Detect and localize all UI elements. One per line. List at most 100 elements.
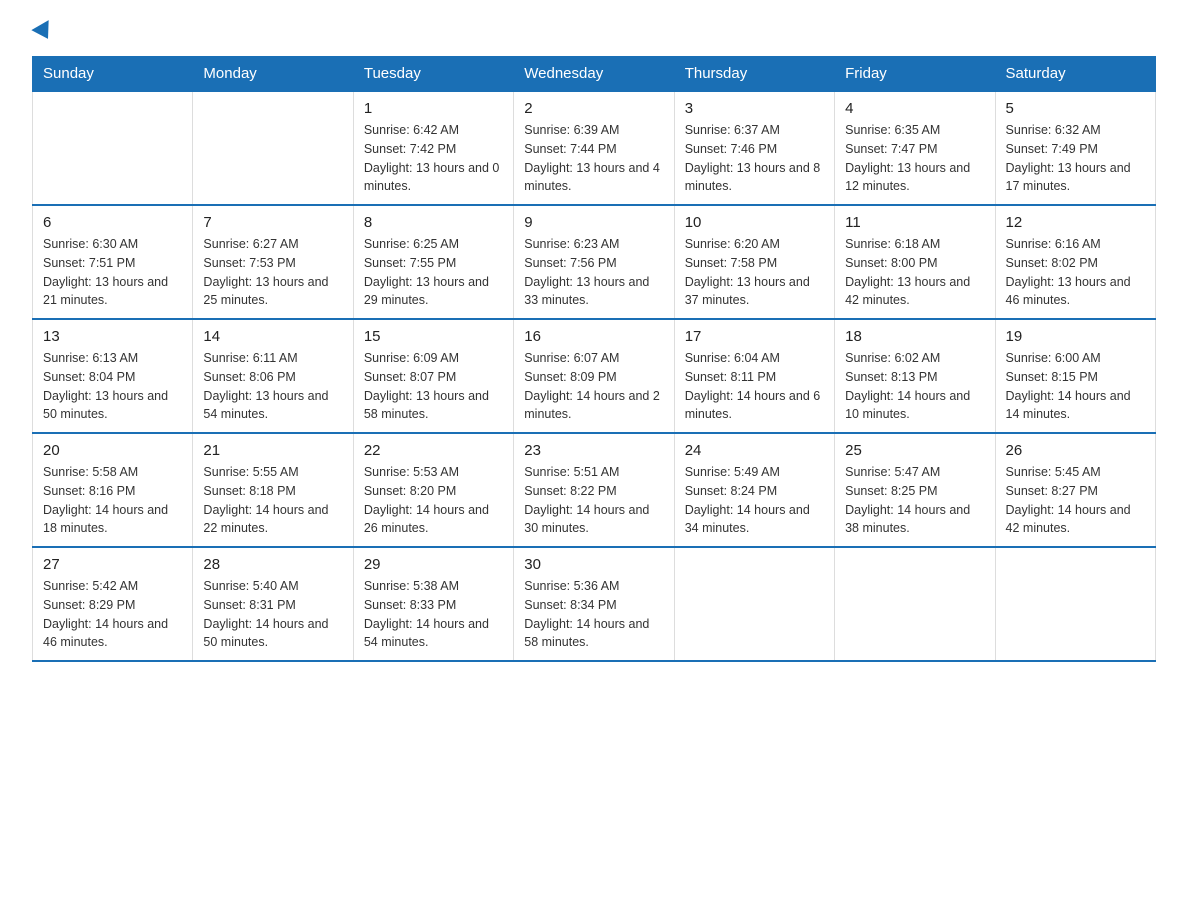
day-number: 25	[845, 442, 984, 459]
day-info: Sunrise: 6:42 AMSunset: 7:42 PMDaylight:…	[364, 121, 503, 196]
day-number: 13	[43, 328, 182, 345]
day-number: 26	[1006, 442, 1145, 459]
day-number: 4	[845, 100, 984, 117]
day-number: 1	[364, 100, 503, 117]
calendar-cell: 30 Sunrise: 5:36 AMSunset: 8:34 PMDayligh…	[514, 547, 674, 661]
day-number: 21	[203, 442, 342, 459]
page-header	[32, 24, 1156, 40]
calendar-cell: 16Sunrise: 6:07 AMSunset: 8:09 PMDayligh…	[514, 319, 674, 433]
day-number: 23	[524, 442, 663, 459]
calendar-cell: 15 Sunrise: 6:09 AMSunset: 8:07 PMDayligh…	[353, 319, 513, 433]
logo	[32, 28, 54, 40]
day-number: 20	[43, 442, 182, 459]
day-number: 29	[364, 556, 503, 573]
calendar-cell: 22Sunrise: 5:53 AMSunset: 8:20 PMDayligh…	[353, 433, 513, 547]
calendar-cell: 23 Sunrise: 5:51 AMSunset: 8:22 PMDayligh…	[514, 433, 674, 547]
day-info: Sunrise: 6:39 AMSunset: 7:44 PMDaylight:…	[524, 121, 663, 196]
day-info: Sunrise: 6:07 AMSunset: 8:09 PMDaylight:…	[524, 349, 663, 424]
calendar-cell: 29Sunrise: 5:38 AMSunset: 8:33 PMDayligh…	[353, 547, 513, 661]
day-number: 9	[524, 214, 663, 231]
calendar-cell: 6 Sunrise: 6:30 AMSunset: 7:51 PMDaylight…	[33, 205, 193, 319]
calendar-cell: 27 Sunrise: 5:42 AMSunset: 8:29 PMDayligh…	[33, 547, 193, 661]
day-info: Sunrise: 5:58 AMSunset: 8:16 PMDaylight:…	[43, 463, 182, 538]
day-info: Sunrise: 5:40 AMSunset: 8:31 PMDaylight:…	[203, 577, 342, 652]
calendar-cell: 13 Sunrise: 6:13 AMSunset: 8:04 PMDayligh…	[33, 319, 193, 433]
day-info: Sunrise: 5:36 AMSunset: 8:34 PMDaylight:…	[524, 577, 663, 652]
calendar-header-monday: Monday	[193, 57, 353, 92]
day-number: 10	[685, 214, 824, 231]
day-info: Sunrise: 6:30 AMSunset: 7:51 PMDaylight:…	[43, 235, 182, 310]
day-info: Sunrise: 5:42 AMSunset: 8:29 PMDaylight:…	[43, 577, 182, 652]
day-number: 12	[1006, 214, 1145, 231]
day-number: 27	[43, 556, 182, 573]
calendar-header-tuesday: Tuesday	[353, 57, 513, 92]
day-number: 8	[364, 214, 503, 231]
day-info: Sunrise: 6:23 AMSunset: 7:56 PMDaylight:…	[524, 235, 663, 310]
calendar-cell: 3Sunrise: 6:37 AMSunset: 7:46 PMDaylight…	[674, 91, 834, 205]
calendar-week-row-2: 13 Sunrise: 6:13 AMSunset: 8:04 PMDayligh…	[33, 319, 1156, 433]
day-info: Sunrise: 6:04 AMSunset: 8:11 PMDaylight:…	[685, 349, 824, 424]
day-number: 30	[524, 556, 663, 573]
day-info: Sunrise: 6:11 AMSunset: 8:06 PMDaylight:…	[203, 349, 342, 424]
day-info: Sunrise: 6:35 AMSunset: 7:47 PMDaylight:…	[845, 121, 984, 196]
day-info: Sunrise: 5:47 AMSunset: 8:25 PMDaylight:…	[845, 463, 984, 538]
logo-blue-text	[32, 28, 54, 40]
day-info: Sunrise: 6:16 AMSunset: 8:02 PMDaylight:…	[1006, 235, 1145, 310]
day-number: 19	[1006, 328, 1145, 345]
calendar-cell: 20 Sunrise: 5:58 AMSunset: 8:16 PMDayligh…	[33, 433, 193, 547]
day-number: 15	[364, 328, 503, 345]
calendar-cell: 25 Sunrise: 5:47 AMSunset: 8:25 PMDayligh…	[835, 433, 995, 547]
day-info: Sunrise: 6:20 AMSunset: 7:58 PMDaylight:…	[685, 235, 824, 310]
day-number: 2	[524, 100, 663, 117]
logo-triangle-icon	[31, 20, 56, 44]
calendar-cell	[674, 547, 834, 661]
calendar-cell	[835, 547, 995, 661]
day-number: 14	[203, 328, 342, 345]
calendar-week-row-4: 27 Sunrise: 5:42 AMSunset: 8:29 PMDayligh…	[33, 547, 1156, 661]
day-info: Sunrise: 6:02 AMSunset: 8:13 PMDaylight:…	[845, 349, 984, 424]
day-info: Sunrise: 6:09 AMSunset: 8:07 PMDaylight:…	[364, 349, 503, 424]
calendar-cell: 9 Sunrise: 6:23 AMSunset: 7:56 PMDaylight…	[514, 205, 674, 319]
day-info: Sunrise: 6:25 AMSunset: 7:55 PMDaylight:…	[364, 235, 503, 310]
day-info: Sunrise: 5:49 AMSunset: 8:24 PMDaylight:…	[685, 463, 824, 538]
day-info: Sunrise: 5:45 AMSunset: 8:27 PMDaylight:…	[1006, 463, 1145, 538]
calendar-week-row-3: 20 Sunrise: 5:58 AMSunset: 8:16 PMDayligh…	[33, 433, 1156, 547]
day-info: Sunrise: 6:18 AMSunset: 8:00 PMDaylight:…	[845, 235, 984, 310]
calendar-cell: 21 Sunrise: 5:55 AMSunset: 8:18 PMDayligh…	[193, 433, 353, 547]
day-info: Sunrise: 5:51 AMSunset: 8:22 PMDaylight:…	[524, 463, 663, 538]
calendar-week-row-0: 1 Sunrise: 6:42 AMSunset: 7:42 PMDaylight…	[33, 91, 1156, 205]
calendar-header-sunday: Sunday	[33, 57, 193, 92]
calendar-cell: 28 Sunrise: 5:40 AMSunset: 8:31 PMDayligh…	[193, 547, 353, 661]
day-number: 17	[685, 328, 824, 345]
calendar-header-row: SundayMondayTuesdayWednesdayThursdayFrid…	[33, 57, 1156, 92]
day-number: 28	[203, 556, 342, 573]
calendar-cell	[33, 91, 193, 205]
calendar-week-row-1: 6 Sunrise: 6:30 AMSunset: 7:51 PMDaylight…	[33, 205, 1156, 319]
calendar-table: SundayMondayTuesdayWednesdayThursdayFrid…	[32, 56, 1156, 662]
day-number: 7	[203, 214, 342, 231]
day-info: Sunrise: 6:00 AMSunset: 8:15 PMDaylight:…	[1006, 349, 1145, 424]
day-info: Sunrise: 6:37 AMSunset: 7:46 PMDaylight:…	[685, 121, 824, 196]
calendar-cell: 11 Sunrise: 6:18 AMSunset: 8:00 PMDayligh…	[835, 205, 995, 319]
calendar-cell: 2 Sunrise: 6:39 AMSunset: 7:44 PMDaylight…	[514, 91, 674, 205]
calendar-cell: 17 Sunrise: 6:04 AMSunset: 8:11 PMDayligh…	[674, 319, 834, 433]
calendar-cell: 14 Sunrise: 6:11 AMSunset: 8:06 PMDayligh…	[193, 319, 353, 433]
calendar-header-saturday: Saturday	[995, 57, 1155, 92]
day-info: Sunrise: 5:53 AMSunset: 8:20 PMDaylight:…	[364, 463, 503, 538]
calendar-cell	[995, 547, 1155, 661]
day-info: Sunrise: 5:55 AMSunset: 8:18 PMDaylight:…	[203, 463, 342, 538]
day-number: 18	[845, 328, 984, 345]
calendar-header-friday: Friday	[835, 57, 995, 92]
day-number: 6	[43, 214, 182, 231]
day-info: Sunrise: 6:13 AMSunset: 8:04 PMDaylight:…	[43, 349, 182, 424]
calendar-cell: 19 Sunrise: 6:00 AMSunset: 8:15 PMDayligh…	[995, 319, 1155, 433]
day-number: 24	[685, 442, 824, 459]
calendar-cell: 24 Sunrise: 5:49 AMSunset: 8:24 PMDayligh…	[674, 433, 834, 547]
calendar-cell: 12 Sunrise: 6:16 AMSunset: 8:02 PMDayligh…	[995, 205, 1155, 319]
day-number: 11	[845, 214, 984, 231]
calendar-cell: 18 Sunrise: 6:02 AMSunset: 8:13 PMDayligh…	[835, 319, 995, 433]
calendar-cell	[193, 91, 353, 205]
day-number: 5	[1006, 100, 1145, 117]
calendar-cell: 4 Sunrise: 6:35 AMSunset: 7:47 PMDaylight…	[835, 91, 995, 205]
calendar-cell: 26 Sunrise: 5:45 AMSunset: 8:27 PMDayligh…	[995, 433, 1155, 547]
